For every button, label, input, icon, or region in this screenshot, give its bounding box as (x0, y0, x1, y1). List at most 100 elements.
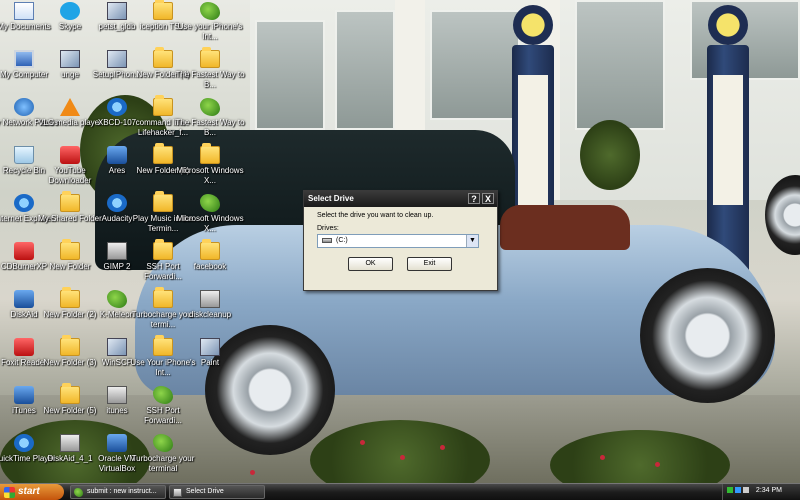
archive-icon (60, 434, 80, 452)
dialog-title-bar[interactable]: Select Drive ? X (304, 191, 497, 207)
wallpaper-window (255, 20, 325, 130)
drive-select-value: (C:) (336, 237, 348, 244)
folder-icon (153, 191, 173, 212)
desktop-icon-label: The Fastest Way to B... (175, 118, 245, 137)
computer-icon (14, 50, 34, 68)
wallpaper-pump-globe (708, 5, 748, 45)
desktop-icon-microsoft-windows-2[interactable]: Microsoft Windows X... (174, 194, 246, 234)
file-icon (107, 386, 127, 404)
desktop-icon-label: facebook (193, 262, 227, 271)
folder-icon (200, 239, 220, 260)
folder-icon (153, 95, 173, 116)
tray-icon[interactable] (735, 487, 741, 494)
start-label: start (18, 486, 40, 497)
start-button[interactable]: start (0, 484, 64, 500)
close-button[interactable]: X (482, 193, 494, 204)
wallpaper-flower (655, 462, 660, 467)
setup-icon (107, 50, 127, 68)
folder-icon (60, 335, 80, 356)
desktop-icon-ssh-port-2[interactable]: SSH Port Forwardi... (127, 386, 199, 426)
wallpaper-flower (600, 455, 605, 460)
internet-explorer-icon (14, 194, 34, 212)
wallpaper-flower (360, 440, 365, 445)
desktop-icon-label: iTunes (12, 406, 36, 415)
foxit-icon (14, 338, 34, 356)
wallpaper-car-seat (500, 205, 630, 250)
vlc-cone-icon (60, 98, 80, 116)
desktop-icon-label: Microsoft Windows X... (176, 214, 244, 233)
itunes-icon (14, 386, 34, 404)
k-meleon-icon (153, 434, 173, 452)
exit-button[interactable]: Exit (407, 257, 452, 271)
desktop-icon-label: unge (61, 70, 79, 79)
windows-logo-icon (4, 487, 15, 498)
desktop-icon-label: diskcleanup (188, 310, 232, 319)
wallpaper-flower (250, 470, 255, 475)
drive-icon (322, 237, 332, 243)
folder-icon (153, 335, 173, 356)
wallpaper-bush (580, 120, 640, 190)
desktop-icon-facebook[interactable]: facebook (174, 239, 246, 272)
folder-icon (60, 239, 80, 260)
clock[interactable]: 2:34 PM (756, 487, 782, 494)
diskaid-icon (14, 290, 34, 308)
desktop-icon-label: SSH Port Forwardi... (144, 406, 182, 425)
desktop-icon-diskcleanup[interactable]: diskcleanup (174, 290, 246, 320)
desktop-icon-fastest-way[interactable]: The Fastest Way to B... (174, 47, 246, 90)
folder-icon (153, 239, 173, 260)
wallpaper-pump-globe (513, 5, 553, 45)
desktop-icon-label: Skype (58, 22, 82, 31)
wallpaper-flower (440, 445, 445, 450)
documents-icon (14, 2, 34, 20)
desktop-icon-use-your-iphone-2[interactable]: Use your iPhone's Int... (174, 2, 246, 42)
taskbar-item-browser[interactable]: submit : new instruct... (70, 485, 166, 499)
wallpaper-wheel (640, 268, 775, 403)
wallpaper-window (430, 10, 520, 120)
app-icon (60, 50, 80, 68)
folder-icon (153, 143, 173, 164)
taskbar-item-label: Select Drive (186, 488, 224, 495)
chevron-down-icon[interactable]: ▼ (466, 235, 478, 247)
k-meleon-icon (200, 98, 220, 116)
k-meleon-icon (200, 194, 220, 212)
file-icon (200, 290, 220, 308)
desktop-icon-microsoft-windows[interactable]: Microsoft Windows X... (174, 143, 246, 186)
help-button[interactable]: ? (468, 193, 480, 204)
recycle-bin-icon (14, 146, 34, 164)
desktop-icon-paint[interactable]: Paint (174, 338, 246, 368)
audacity-icon (107, 194, 127, 212)
tray-icon[interactable] (727, 487, 733, 494)
k-meleon-icon (153, 386, 173, 404)
gimp-icon (107, 242, 127, 260)
wallpaper-window (335, 10, 395, 130)
folder-icon (153, 47, 173, 68)
k-meleon-icon (107, 290, 127, 308)
taskbar-item-label: submit : new instruct... (87, 488, 157, 495)
folder-icon (200, 143, 220, 164)
cdburner-icon (14, 242, 34, 260)
desktop-icon-turbocharge-2[interactable]: Turbocharge your terminal (127, 434, 199, 474)
desktop-icon-label: The Fastest Way to B... (175, 70, 245, 89)
system-tray: 2:34 PM (722, 484, 800, 500)
desktop-icon-label: itunes (106, 406, 128, 415)
volume-icon[interactable] (743, 487, 749, 494)
ok-button[interactable]: OK (348, 257, 393, 271)
dialog-title: Select Drive (308, 194, 354, 203)
taskbar-item-select-drive[interactable]: Select Drive (169, 485, 265, 499)
app-icon (107, 2, 127, 20)
drives-label: Drives: (317, 225, 339, 232)
desktop-icon-fastest-way-2[interactable]: The Fastest Way to B... (174, 98, 246, 138)
k-meleon-icon (200, 2, 220, 20)
drive-select[interactable]: (C:) ▼ (317, 234, 479, 248)
wallpaper-gas-pump (707, 45, 749, 270)
quicktime-icon (14, 434, 34, 452)
desktop-icon-label: Paint (200, 358, 220, 367)
folder-icon (60, 383, 80, 404)
desktop-icon-label: Microsoft Windows X... (176, 166, 244, 185)
folder-icon (153, 287, 173, 308)
folder-icon (153, 0, 173, 20)
desktop-icon-label: Use your iPhone's Int... (177, 22, 243, 41)
desktop-icon-label: Ares (108, 166, 126, 175)
folder-icon (60, 191, 80, 212)
dialog-prompt: Select the drive you want to clean up. (317, 212, 434, 219)
